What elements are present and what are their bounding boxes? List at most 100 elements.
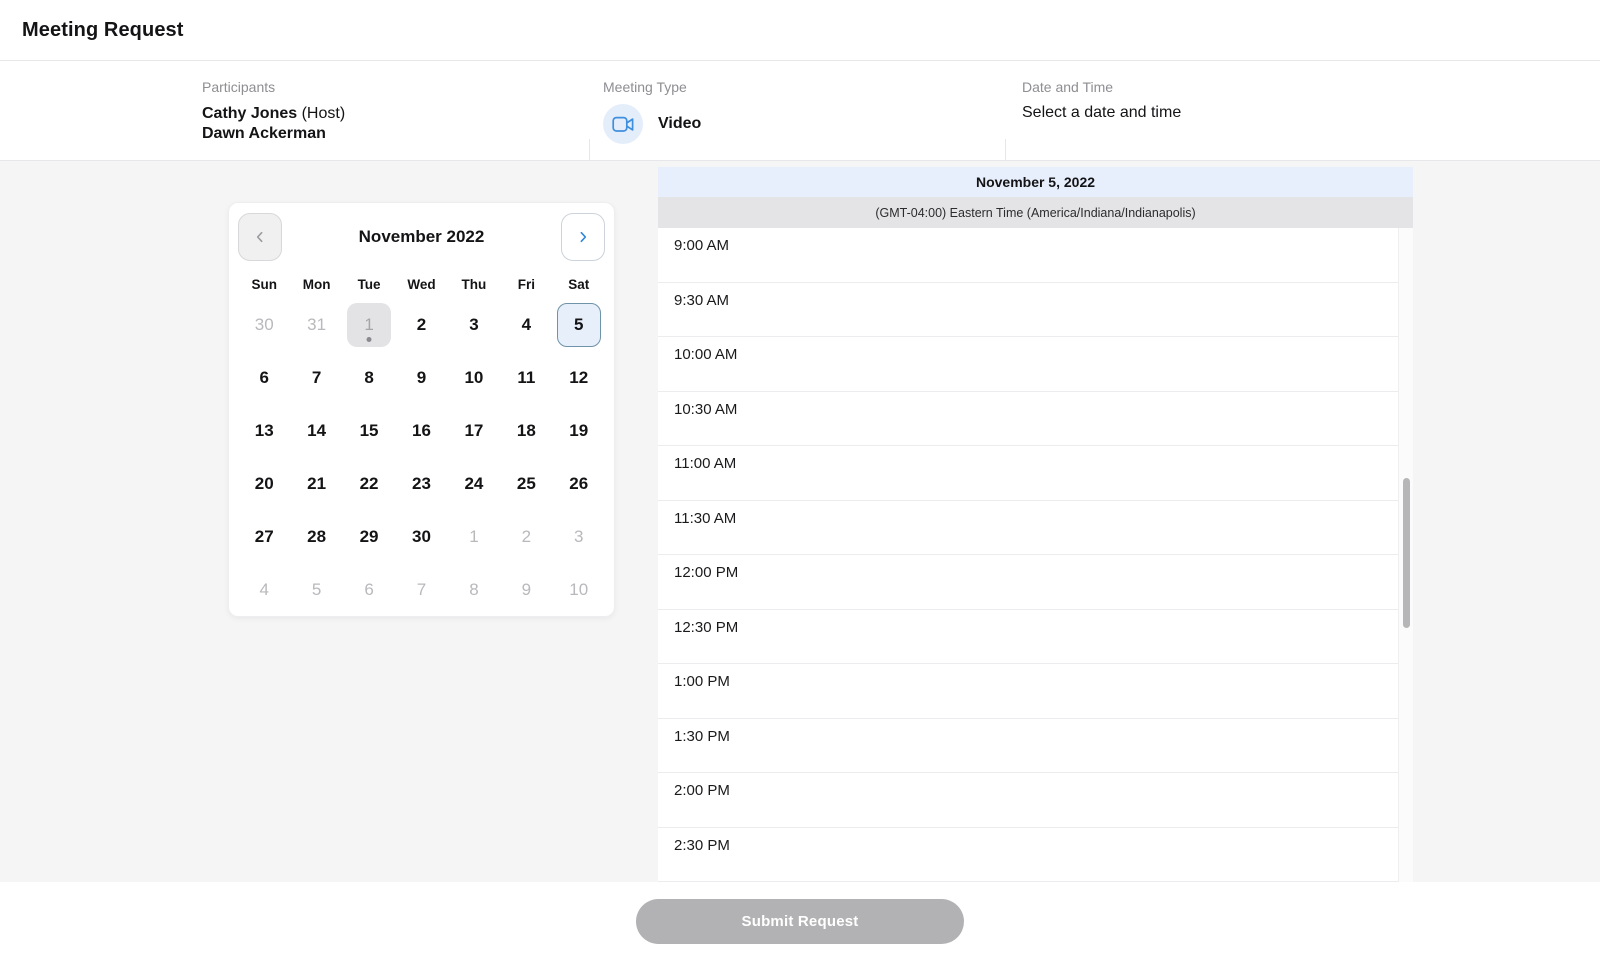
calendar-day-2[interactable]: 2: [399, 303, 443, 347]
calendar-month-title: November 2022: [359, 227, 485, 247]
day-header-mon: Mon: [290, 277, 342, 292]
calendar-cell: 20: [238, 457, 290, 510]
time-slot-label: 2:00 PM: [674, 782, 730, 799]
time-slot-panel: November 5, 2022 (GMT-04:00) Eastern Tim…: [658, 167, 1413, 882]
calendar-day-7[interactable]: 7: [295, 356, 339, 400]
scrollbar-thumb[interactable]: [1403, 478, 1410, 628]
calendar-day-22[interactable]: 22: [347, 462, 391, 506]
calendar-cell: 16: [395, 404, 447, 457]
calendar-day-14[interactable]: 14: [295, 409, 339, 453]
calendar-day-30[interactable]: 30: [399, 515, 443, 559]
calendar-cell: 7: [290, 351, 342, 404]
calendar-cell: 22: [343, 457, 395, 510]
time-slot-row[interactable]: 12:00 PM: [658, 555, 1398, 610]
calendar-cell: 11: [500, 351, 552, 404]
time-slot-label: 2:30 PM: [674, 837, 730, 854]
calendar-cell: 25: [500, 457, 552, 510]
video-camera-icon: [603, 104, 643, 144]
time-slot-label: 1:30 PM: [674, 728, 730, 745]
calendar-day-3-outside: 3: [557, 515, 601, 559]
top-header: Meeting Request: [0, 0, 1600, 61]
calendar-day-2-outside: 2: [504, 515, 548, 559]
day-header-sat: Sat: [553, 277, 605, 292]
calendar-day-8[interactable]: 8: [347, 356, 391, 400]
calendar-day-grid: 3031123456789101112131415161718192021222…: [229, 298, 614, 616]
calendar-day-18[interactable]: 18: [504, 409, 548, 453]
time-slot-row[interactable]: 11:00 AM: [658, 446, 1398, 501]
calendar-cell: 28: [290, 510, 342, 563]
time-slot-label: 12:30 PM: [674, 619, 738, 636]
time-slot-row[interactable]: 9:00 AM: [658, 228, 1398, 283]
participant-host: Cathy Jones (Host): [202, 104, 345, 124]
calendar-cell: 5: [290, 563, 342, 616]
scrollbar-track[interactable]: [1398, 228, 1413, 882]
calendar-day-20[interactable]: 20: [242, 462, 286, 506]
calendar-cell: 12: [553, 351, 605, 404]
participants-section: Participants Cathy Jones (Host) Dawn Ack…: [202, 79, 345, 144]
calendar-day-headers: SunMonTueWedThuFriSat: [229, 277, 614, 292]
chevron-left-icon: [252, 229, 268, 245]
calendar-day-27[interactable]: 27: [242, 515, 286, 559]
time-slot-row[interactable]: 10:00 AM: [658, 337, 1398, 392]
calendar-day-1-outside: 1: [452, 515, 496, 559]
calendar-day-3[interactable]: 3: [452, 303, 496, 347]
calendar-day-4[interactable]: 4: [504, 303, 548, 347]
time-slot-row[interactable]: 1:30 PM: [658, 719, 1398, 774]
calendar-day-24[interactable]: 24: [452, 462, 496, 506]
calendar-day-19[interactable]: 19: [557, 409, 601, 453]
time-slot-list: 9:00 AM 9:30 AM 10:00 AM 10:30 AM 11:00 AM11…: [658, 228, 1398, 882]
calendar-day-23[interactable]: 23: [399, 462, 443, 506]
calendar-day-17[interactable]: 17: [452, 409, 496, 453]
calendar-day-26[interactable]: 26: [557, 462, 601, 506]
day-header-sun: Sun: [238, 277, 290, 292]
calendar-cell: 30: [395, 510, 447, 563]
calendar-cell: 15: [343, 404, 395, 457]
calendar-cell: 21: [290, 457, 342, 510]
chevron-right-icon: [575, 229, 591, 245]
calendar-cell: 2: [395, 298, 447, 351]
calendar-day-12[interactable]: 12: [557, 356, 601, 400]
calendar-cell: 2: [500, 510, 552, 563]
calendar-cell: 10: [553, 563, 605, 616]
calendar-day-7-outside: 7: [399, 568, 443, 612]
calendar-day-25[interactable]: 25: [504, 462, 548, 506]
time-slot-row[interactable]: 11:30 AM: [658, 501, 1398, 556]
page-title: Meeting Request: [22, 19, 184, 42]
day-header-wed: Wed: [395, 277, 447, 292]
calendar-cell: 30: [238, 298, 290, 351]
calendar-day-13[interactable]: 13: [242, 409, 286, 453]
calendar: November 2022 SunMonTueWedThuFriSat 3031…: [228, 202, 615, 617]
calendar-day-6-outside: 6: [347, 568, 391, 612]
calendar-day-9[interactable]: 9: [399, 356, 443, 400]
calendar-day-28[interactable]: 28: [295, 515, 339, 559]
footer-bar: Submit Request: [0, 882, 1600, 962]
participant-attendee: Dawn Ackerman: [202, 124, 345, 144]
time-slot-label: 1:00 PM: [674, 673, 730, 690]
calendar-cell: 17: [448, 404, 500, 457]
calendar-day-15[interactable]: 15: [347, 409, 391, 453]
next-month-button[interactable]: [561, 213, 605, 261]
time-slot-row[interactable]: 1:00 PM: [658, 664, 1398, 719]
time-slot-row[interactable]: 9:30 AM: [658, 283, 1398, 338]
day-header-fri: Fri: [500, 277, 552, 292]
time-slot-label: 10:30 AM: [674, 401, 737, 418]
time-slot-row[interactable]: 2:00 PM: [658, 773, 1398, 828]
today-event-dot: [367, 337, 372, 342]
calendar-day-21[interactable]: 21: [295, 462, 339, 506]
time-slot-row[interactable]: 10:30 AM: [658, 392, 1398, 447]
calendar-day-31-outside: 31: [295, 303, 339, 347]
submit-request-button[interactable]: Submit Request: [636, 899, 964, 944]
date-time-section: Date and Time Select a date and time: [1022, 79, 1181, 122]
calendar-day-5-selected[interactable]: 5: [557, 303, 601, 347]
calendar-day-10[interactable]: 10: [452, 356, 496, 400]
time-slot-row[interactable]: 12:30 PM: [658, 610, 1398, 665]
time-slot-row[interactable]: 2:30 PM: [658, 828, 1398, 883]
date-time-label: Date and Time: [1022, 79, 1181, 95]
calendar-day-29[interactable]: 29: [347, 515, 391, 559]
calendar-cell: 3: [553, 510, 605, 563]
meeting-info-bar: Participants Cathy Jones (Host) Dawn Ack…: [0, 61, 1600, 161]
calendar-day-11[interactable]: 11: [504, 356, 548, 400]
calendar-day-16[interactable]: 16: [399, 409, 443, 453]
calendar-day-6[interactable]: 6: [242, 356, 286, 400]
time-slot-label: 9:30 AM: [674, 292, 729, 309]
